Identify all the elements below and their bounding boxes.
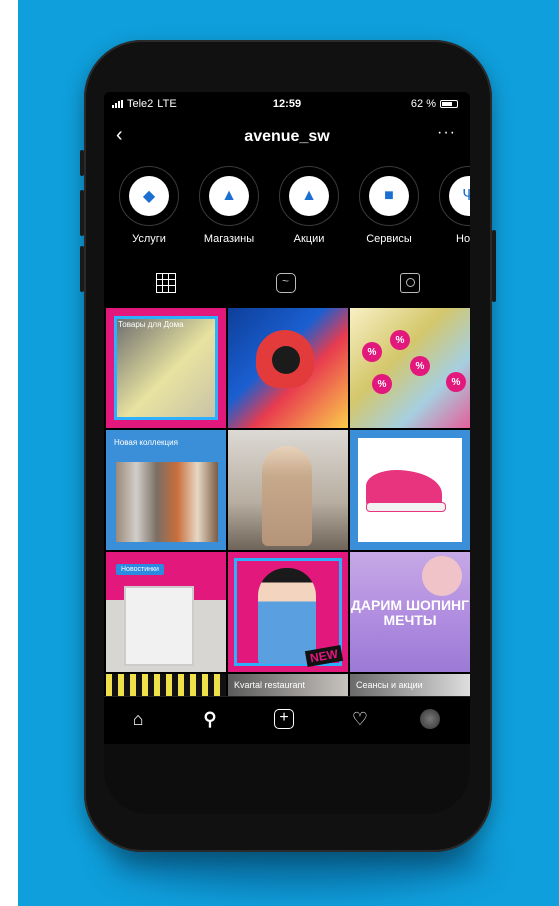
percent-sticker: % [410,356,430,376]
post-tile[interactable] [350,430,470,550]
percent-sticker: % [446,372,466,392]
dress-icon: ▲ [289,176,329,216]
profile-avatar-icon[interactable] [418,707,442,731]
highlight-servisy[interactable]: ■ Сервисы [358,166,420,245]
post-caption: Товары для Дома [118,320,184,329]
highlight-novoe[interactable]: Ψ Ново [438,166,470,245]
search-icon[interactable]: ⚲ [198,707,222,731]
bottom-navigation: ⌂ ⚲ + ♡ [104,696,470,744]
post-image [114,316,218,420]
post-tile[interactable]: Новая коллекция [106,430,226,550]
model-image [258,568,316,664]
add-post-icon[interactable]: + [272,707,296,731]
power-button [492,230,496,302]
post-tile[interactable]: ДАРИМ ШОПИНГ МЕЧТЫ [350,552,470,672]
percent-sticker: % [362,342,382,362]
mute-switch [80,150,84,176]
minnie-image [272,346,300,374]
clothes-rack-image [116,462,218,542]
percent-sticker: % [390,330,410,350]
terminal-image [124,586,194,666]
highlight-uslugi[interactable]: ◆ Услуги [118,166,180,245]
status-bar: Tele2 LTE 12:59 62 % [104,92,470,116]
tagged-icon[interactable] [400,273,420,293]
profile-username: avenue_sw [244,128,330,145]
more-icon[interactable]: ··· [437,124,456,142]
story-highlights: ◆ Услуги ▲ Магазины ▲ Акции ■ Сервисы Ψ … [118,166,470,245]
post-caption: Новая коллекция [114,438,178,447]
instagram-profile-screen: Tele2 LTE 12:59 62 % ‹ avenue_sw ··· ◆ У… [104,92,470,744]
igtv-icon[interactable] [276,273,296,293]
profile-tabs [104,267,470,301]
phone-chin [104,744,470,814]
model-image [262,446,312,546]
post-caption: Kvartal restaurant [234,680,306,690]
glasses-icon: ▲ [209,176,249,216]
tag-icon: ◆ [129,176,169,216]
post-tile[interactable]: % % % % % [350,308,470,428]
profile-header: ‹ avenue_sw ··· [104,122,470,150]
post-grid: Товары для Дома % % % % % Новая коллекци… [106,308,470,700]
model-image [422,556,462,596]
home-icon[interactable]: ⌂ [126,707,150,731]
post-tile[interactable] [228,430,348,550]
post-headline: ДАРИМ ШОПИНГ МЕЧТЫ [350,597,470,628]
post-tile[interactable]: Новостинки [106,552,226,672]
highlight-label: Услуги [132,233,166,245]
highlight-magaziny[interactable]: ▲ Магазины [198,166,260,245]
post-badge: Новостинки [116,564,164,575]
battery-percent: 62 % [410,98,436,110]
post-caption: Сеансы и акции [356,680,423,690]
highlight-label: Магазины [203,233,255,245]
post-tile[interactable]: Товары для Дома [106,308,226,428]
post-tile[interactable] [228,308,348,428]
grid-icon[interactable] [156,273,176,293]
battery-icon [440,100,458,108]
post-tile[interactable]: NEW [228,552,348,672]
briefcase-icon: ■ [369,176,409,216]
highlight-aktsii[interactable]: ▲ Акции [278,166,340,245]
food-icon: Ψ [449,176,470,216]
percent-sticker: % [372,374,392,394]
volume-up-button [80,190,84,236]
highlight-label: Ново [456,233,470,245]
volume-down-button [80,246,84,292]
highlight-label: Сервисы [366,233,412,245]
highlight-label: Акции [293,233,325,245]
heart-icon[interactable]: ♡ [348,707,372,731]
